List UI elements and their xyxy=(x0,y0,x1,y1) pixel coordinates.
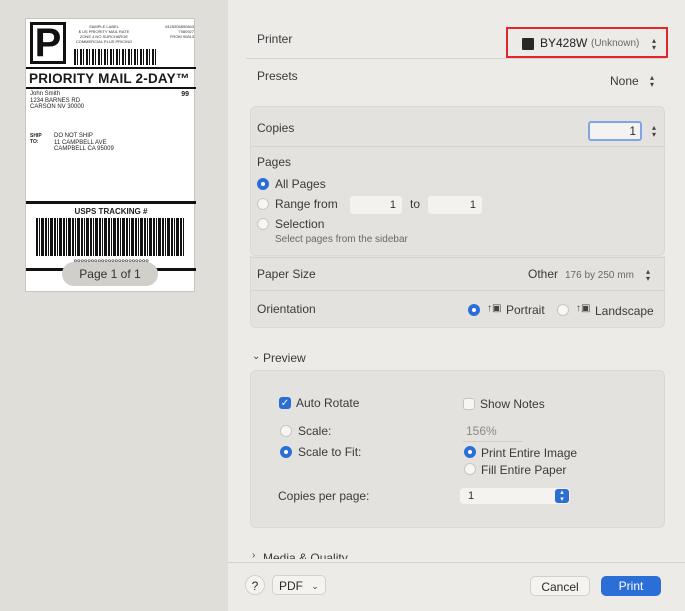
fill-entire-paper-radio[interactable] xyxy=(464,463,476,475)
label-header: P SAMPLE LABEL $ US PRIORITY MAIL RATE Z… xyxy=(26,19,196,69)
label-divider xyxy=(26,87,196,89)
selection-label: Selection xyxy=(275,217,325,231)
chevron-down-icon[interactable]: ⌄ xyxy=(252,351,260,362)
ship-to-label: SHIP TO: xyxy=(30,133,42,145)
landscape-label: Landscape xyxy=(595,304,654,318)
range-radio[interactable] xyxy=(257,198,269,210)
scale-label: Scale: xyxy=(298,424,332,438)
help-button[interactable]: ? xyxy=(245,575,265,595)
print-entire-image-label: Print Entire Image xyxy=(481,446,578,460)
print-entire-image-radio[interactable] xyxy=(464,446,476,458)
auto-rotate-label: Auto Rotate xyxy=(296,396,360,410)
priority-mail-p-logo: P xyxy=(30,22,66,64)
recipient-address: DO NOT SHIP 11 CAMPBELL AVE CAMPBELL CA … xyxy=(54,133,114,152)
copies-per-page-label: Copies per page: xyxy=(278,489,370,503)
chevron-updown-icon: ▴ ▾ xyxy=(649,73,654,89)
tracking-divider-top xyxy=(26,201,196,204)
label-preview-thumbnail[interactable]: P SAMPLE LABEL $ US PRIORITY MAIL RATE Z… xyxy=(25,18,196,292)
all-pages-radio[interactable] xyxy=(257,178,269,190)
printer-select[interactable]: BY428W (Unknown) ▴ ▾ xyxy=(506,27,668,58)
printer-status: (Unknown) xyxy=(591,38,640,49)
copies-input[interactable]: 1 xyxy=(588,121,642,141)
show-notes-checkbox[interactable] xyxy=(463,398,475,410)
auto-rotate-checkbox[interactable]: ✓ xyxy=(279,397,291,409)
pdf-menu-button[interactable]: PDF ⌄ xyxy=(272,575,326,595)
chevron-down-icon: ⌄ xyxy=(311,581,319,591)
paper-size-select[interactable]: Other xyxy=(528,267,558,281)
paper-size-detail: 176 by 250 mm xyxy=(565,270,634,281)
print-button[interactable]: Print xyxy=(601,576,661,596)
printer-icon xyxy=(522,38,534,50)
pages-label: Pages xyxy=(257,155,292,169)
sample-label-text: SAMPLE LABEL $ US PRIORITY MAIL RATE ZON… xyxy=(75,24,133,44)
tracking-title: USPS TRACKING # xyxy=(74,207,148,216)
printer-name: BY428W xyxy=(540,36,588,50)
range-end-input[interactable]: 1 xyxy=(428,196,482,214)
scale-radio[interactable] xyxy=(280,425,292,437)
printer-label: Printer xyxy=(257,32,293,46)
landscape-radio[interactable] xyxy=(557,304,569,316)
chevron-updown-icon: ▴ ▾ xyxy=(645,267,650,283)
copies-label: Copies xyxy=(257,121,295,135)
divider xyxy=(250,290,665,291)
scale-to-fit-radio[interactable] xyxy=(280,446,292,458)
preview-pane: P SAMPLE LABEL $ US PRIORITY MAIL RATE Z… xyxy=(0,0,228,611)
zone-code: 99 xyxy=(181,91,189,98)
portrait-radio[interactable] xyxy=(468,304,480,316)
chevron-updown-icon: ▴ ▾ xyxy=(651,36,656,52)
copies-stepper[interactable]: ▴ ▾ xyxy=(649,124,659,139)
divider xyxy=(250,257,665,258)
all-pages-label: All Pages xyxy=(275,177,326,191)
label-meta-text: 0425005890843 7980927 FROM 90813 xyxy=(165,24,194,39)
presets-select[interactable]: None xyxy=(610,74,639,88)
selection-hint: Select pages from the sidebar xyxy=(275,234,408,245)
pdf-button-label: PDF xyxy=(279,579,303,593)
sender-address: John Smith 1234 BARNES RD CARSON NV 3000… xyxy=(30,91,85,110)
page-indicator: Page 1 of 1 xyxy=(62,262,158,286)
portrait-label: Portrait xyxy=(506,303,545,317)
copies-per-page-value: 1 xyxy=(468,490,475,502)
cancel-button[interactable]: Cancel xyxy=(530,576,590,596)
service-title: PRIORITY MAIL 2-DAY™ xyxy=(29,71,190,86)
landscape-icon: ↑▣ xyxy=(576,303,591,314)
fill-entire-paper-label: Fill Entire Paper xyxy=(481,463,567,477)
print-dialog: Printer BY428W (Unknown) ▴ ▾ Presets None… xyxy=(228,0,685,611)
media-quality-toggle[interactable]: Media & Quality xyxy=(263,551,348,559)
preview-section-toggle[interactable]: Preview xyxy=(263,351,306,365)
range-to-label: to xyxy=(410,197,421,211)
scale-to-fit-label: Scale to Fit: xyxy=(298,445,362,459)
portrait-icon: ↑▣ xyxy=(487,303,502,314)
range-from-label: Range from xyxy=(275,197,338,211)
divider xyxy=(246,58,666,59)
presets-label: Presets xyxy=(257,69,298,83)
range-start-input[interactable]: 1 xyxy=(350,196,402,214)
copies-per-page-select[interactable]: 1 ▴ ▾ xyxy=(460,488,570,504)
chevron-right-icon[interactable]: › xyxy=(252,550,255,561)
orientation-label: Orientation xyxy=(257,302,316,316)
selection-radio[interactable] xyxy=(257,218,269,230)
chevron-updown-icon: ▴ ▾ xyxy=(555,489,569,503)
scale-input[interactable]: 156% xyxy=(466,424,497,438)
paper-size-label: Paper Size xyxy=(257,267,316,281)
scale-input-underline xyxy=(463,441,523,442)
divider xyxy=(250,146,665,147)
footer-divider xyxy=(228,562,685,563)
show-notes-label: Show Notes xyxy=(480,397,545,411)
tracking-barcode xyxy=(36,218,184,256)
2d-barcode xyxy=(74,49,156,65)
